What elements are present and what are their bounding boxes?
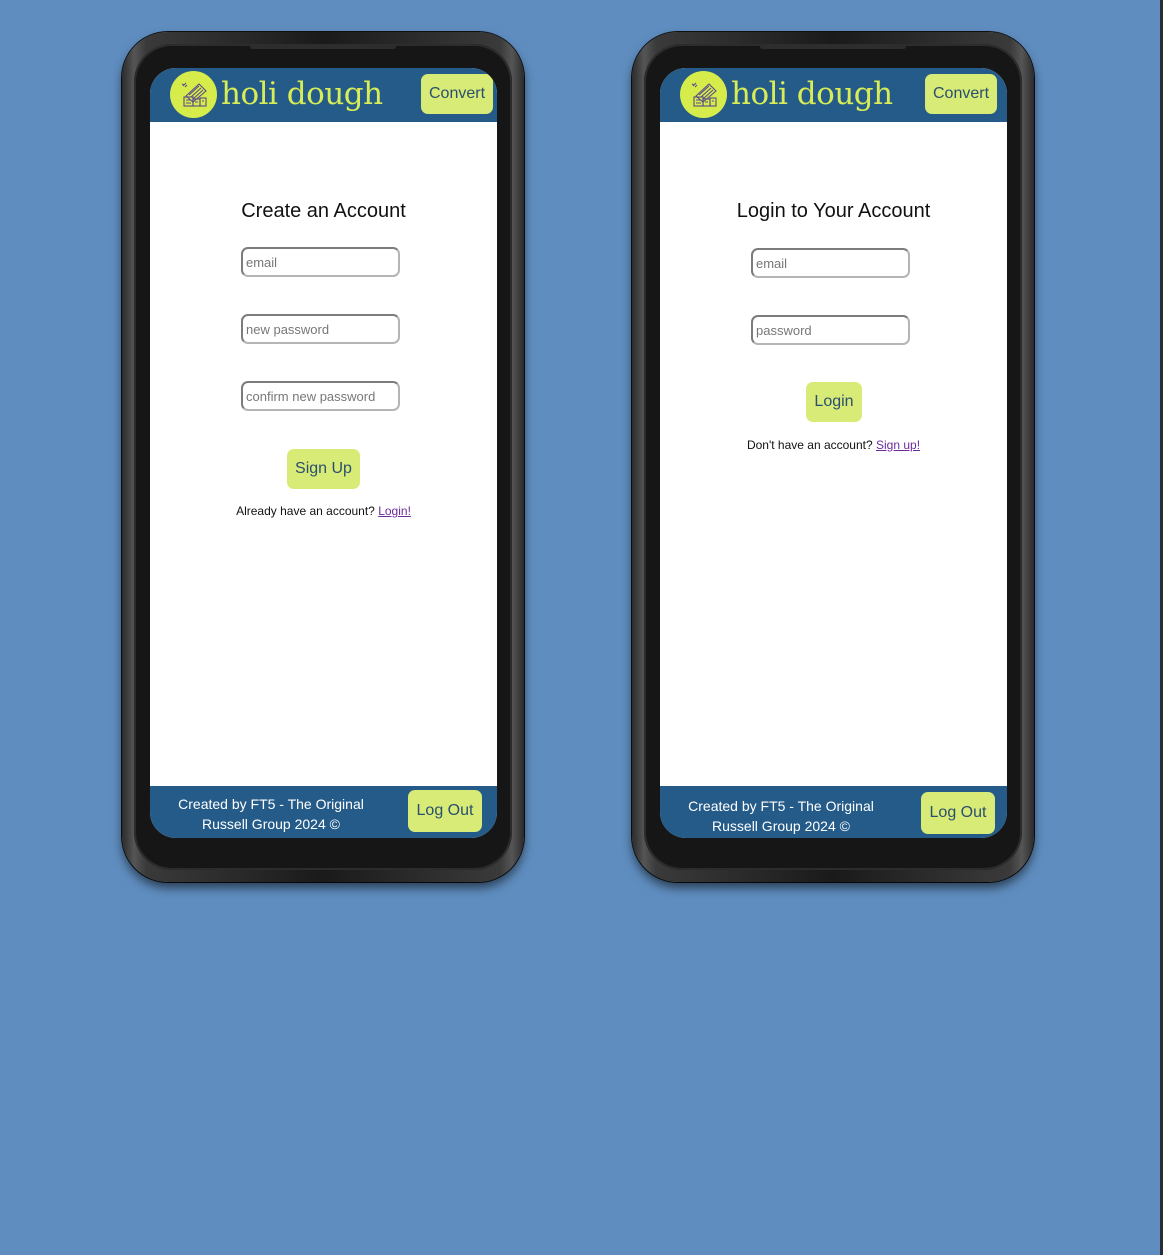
- switch-prompt: Already have an account?: [236, 504, 375, 518]
- log-out-button[interactable]: Log Out: [408, 790, 482, 832]
- login-form: Login to Your Account Login Don't have a…: [660, 122, 1007, 786]
- footer-credits: Created by FT5 - The Original Russell Gr…: [672, 796, 890, 836]
- phone-speaker: [250, 44, 396, 49]
- footer-line-1: Created by FT5 - The Original: [178, 796, 364, 812]
- switch-to-signup: Don't have an account? Sign up!: [660, 438, 1007, 452]
- convert-button[interactable]: Convert: [925, 74, 997, 114]
- logo[interactable]: [170, 71, 217, 118]
- phone-speaker: [760, 44, 906, 49]
- confirm-password-field[interactable]: [241, 381, 400, 411]
- footer-credits: Created by FT5 - The Original Russell Gr…: [162, 794, 380, 834]
- log-out-button[interactable]: Log Out: [921, 792, 995, 834]
- footer-line-2: Russell Group 2024 ©: [202, 816, 340, 832]
- app-header: holi dough Convert: [660, 68, 1007, 122]
- email-field[interactable]: [241, 247, 400, 277]
- signup-form: Create an Account Sign Up Already have a…: [150, 122, 497, 786]
- login-button[interactable]: Login: [806, 382, 862, 422]
- email-field[interactable]: [751, 248, 910, 278]
- convert-button[interactable]: Convert: [421, 74, 493, 114]
- app-header: holi dough Convert: [150, 68, 497, 122]
- phone-mockup-login: holi dough Convert Login to Your Account…: [632, 32, 1034, 882]
- switch-to-login: Already have an account? Login!: [150, 504, 497, 518]
- house-with-cash-icon: [691, 82, 717, 107]
- login-link[interactable]: Login!: [378, 504, 411, 518]
- sign-up-button[interactable]: Sign Up: [287, 449, 360, 489]
- app-footer: Created by FT5 - The Original Russell Gr…: [660, 786, 1007, 838]
- phone-screen: holi dough Convert Create an Account Sig…: [150, 68, 497, 838]
- logo[interactable]: [680, 71, 727, 118]
- brand-name[interactable]: holi dough: [221, 72, 383, 116]
- form-title: Create an Account: [241, 200, 406, 222]
- form-title: Login to Your Account: [736, 200, 931, 222]
- app-footer: Created by FT5 - The Original Russell Gr…: [150, 786, 497, 838]
- footer-line-2: Russell Group 2024 ©: [712, 818, 850, 834]
- sign-up-link[interactable]: Sign up!: [876, 438, 920, 452]
- footer-line-1: Created by FT5 - The Original: [688, 798, 874, 814]
- password-field[interactable]: [751, 315, 910, 345]
- switch-prompt: Don't have an account?: [746, 438, 873, 452]
- brand-name[interactable]: holi dough: [731, 72, 893, 116]
- phone-screen: holi dough Convert Login to Your Account…: [660, 68, 1007, 838]
- new-password-field[interactable]: [241, 314, 400, 344]
- phone-mockup-signup: holi dough Convert Create an Account Sig…: [122, 32, 524, 882]
- house-with-cash-icon: [181, 82, 207, 107]
